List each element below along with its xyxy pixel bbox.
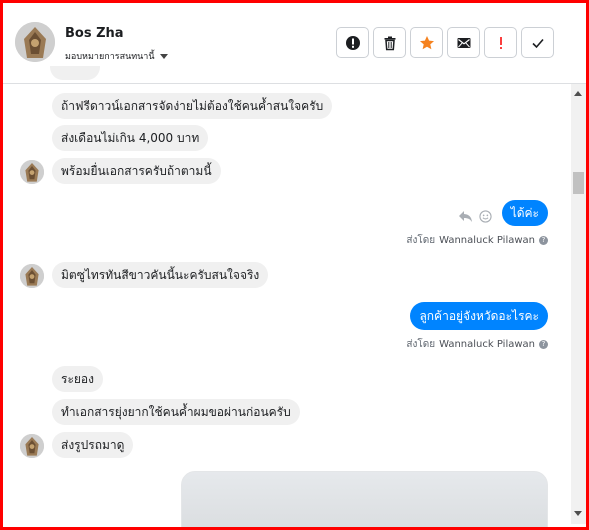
agent-name[interactable]: Wannaluck Pilawan xyxy=(439,339,535,350)
contact-avatar[interactable] xyxy=(15,22,55,62)
agent-name[interactable]: Wannaluck Pilawan xyxy=(439,235,535,246)
sent-by-label: ส่งโดย Wannaluck Pilawan ? xyxy=(406,233,548,248)
alert-circle-icon xyxy=(345,35,360,50)
trash-icon xyxy=(384,36,395,50)
contact-name: Bos Zha xyxy=(65,26,124,41)
assign-conversation-dropdown[interactable]: มอบหมายการสนทนานี้ xyxy=(65,49,168,63)
check-icon xyxy=(531,38,544,48)
chevron-down-icon xyxy=(159,54,168,59)
message-bubble: มิตซูไทรทันสีขาวคันนี้นะครับสนใจจริง xyxy=(52,262,269,288)
mark-unread-button[interactable] xyxy=(447,27,480,58)
star-icon xyxy=(419,35,434,49)
sent-by-prefix: ส่งโดย xyxy=(406,235,436,246)
sender-avatar[interactable] xyxy=(20,264,44,288)
conversation-actions xyxy=(336,27,554,58)
mark-spam-button[interactable] xyxy=(336,27,369,58)
message-bubble: ส่งรูปรถมาดู xyxy=(52,432,134,458)
vertical-scrollbar[interactable] xyxy=(571,84,586,524)
message-actions xyxy=(458,210,492,223)
delete-button[interactable] xyxy=(373,27,406,58)
avatar-image xyxy=(20,434,44,458)
sender-avatar[interactable] xyxy=(20,434,44,458)
info-icon[interactable]: ? xyxy=(539,236,548,245)
sent-by-prefix: ส่งโดย xyxy=(406,339,436,350)
message-bubble-partial xyxy=(50,66,100,80)
info-icon[interactable]: ? xyxy=(539,340,548,349)
photo-attachment[interactable] xyxy=(181,471,548,527)
mark-done-button[interactable] xyxy=(521,27,554,58)
messenger-window: Bos Zha มอบหมายการสนทนานี้ ถ้าฟรีดาวน์เอ… xyxy=(0,0,589,530)
envelope-icon xyxy=(457,37,470,48)
scroll-down-arrow-icon[interactable] xyxy=(574,511,582,516)
avatar-image xyxy=(15,22,55,62)
emoji-reaction-icon[interactable] xyxy=(479,210,492,223)
message-bubble: ระยอง xyxy=(52,366,103,392)
follow-up-button[interactable] xyxy=(484,27,517,58)
avatar-image xyxy=(20,264,44,288)
sender-avatar[interactable] xyxy=(20,160,44,184)
exclamation-icon xyxy=(499,36,502,49)
sent-by-label: ส่งโดย Wannaluck Pilawan ? xyxy=(406,337,548,352)
reply-icon[interactable] xyxy=(458,210,473,223)
scrollbar-thumb[interactable] xyxy=(573,172,584,194)
message-bubble: พร้อมยื่นเอกสารครับถ้าตามนี้ xyxy=(52,158,221,184)
message-bubble: ถ้าฟรีดาวน์เอกสารจัดง่ายไม่ต้องใช้คนค้ำส… xyxy=(52,93,333,119)
message-bubble-outgoing: ได้ค่ะ xyxy=(501,200,548,226)
avatar-image xyxy=(20,160,44,184)
message-bubble: ทำเอกสารยุ่งยากใช้คนค้ำผมขอผ่านก่อนครับ xyxy=(52,399,300,425)
scroll-up-arrow-icon[interactable] xyxy=(574,91,582,96)
assign-label: มอบหมายการสนทนานี้ xyxy=(65,52,155,62)
message-bubble-outgoing: ลูกค้าอยู่จังหวัดอะไรคะ xyxy=(410,302,548,330)
star-button[interactable] xyxy=(410,27,443,58)
message-bubble: ส่งเดือนไม่เกิน 4,000 บาท xyxy=(52,125,209,151)
